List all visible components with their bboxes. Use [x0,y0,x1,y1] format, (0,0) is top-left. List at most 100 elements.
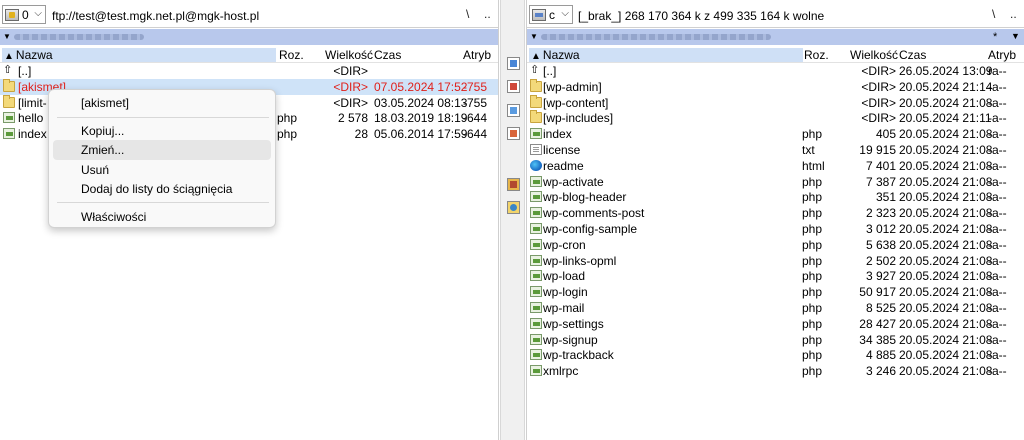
column-size[interactable]: Wielkość [850,48,898,62]
column-ext[interactable]: Roz. [279,48,304,62]
file-name: wp-signup [543,332,598,347]
archive-icon[interactable] [507,178,520,191]
column-ext[interactable]: Roz. [804,48,829,62]
right-up-button[interactable]: .. [1010,7,1017,21]
file-row[interactable]: xmlrpc php 3 246 20.05.2024 21:08 -a-- [527,363,1024,379]
file-row[interactable]: wp-settings php 28 427 20.05.2024 21:08 -a-- [527,316,1024,332]
triangle-down-icon: ▼ [3,32,11,41]
file-name: wp-config-sample [543,221,638,236]
file-size: 28 [354,127,368,142]
triangle-down-icon: ▼ [530,32,538,41]
file-size: 5 638 [865,237,896,252]
file-size: 3 246 [865,364,896,379]
file-attr: -a-- [988,158,1007,173]
file-name: wp-blog-header [543,190,627,205]
right-root-button[interactable]: \ [992,7,995,21]
file-row[interactable]: index php 405 20.05.2024 21:08 -a-- [527,126,1024,142]
file-row[interactable]: wp-trackback php 4 885 20.05.2024 21:08 -a-- [527,347,1024,363]
file-date: 20.05.2024 21:08 [899,348,993,363]
file-row[interactable]: wp-signup php 34 385 20.05.2024 21:08 -a-- [527,332,1024,348]
file-row[interactable]: wp-activate php 7 387 20.05.2024 21:08 -a-- [527,174,1024,190]
column-name[interactable]: ▲ Nazwa [2,48,276,62]
compare-icon[interactable] [507,127,520,140]
menu-item-add-to-download-list[interactable]: Dodaj do listy do ściągnięcia [53,179,271,199]
file-row[interactable]: [wp-includes] <DIR> 20.05.2024 21:11 -a-- [527,110,1024,126]
menu-item-delete[interactable]: Usuń [53,160,271,180]
column-date[interactable]: Czas [374,48,401,62]
file-attr: -a-- [988,269,1007,284]
file-row[interactable]: [wp-content] <DIR> 20.05.2024 21:08 -a-- [527,94,1024,111]
file-date: 20.05.2024 21:08 [899,174,993,189]
file-row[interactable]: wp-links-opml php 2 502 20.05.2024 21:08 -a-… [527,253,1024,269]
column-attr[interactable]: Atryb [988,48,1016,62]
file-size: <DIR> [333,95,368,110]
favorites-star-button[interactable]: * [993,31,997,43]
file-row[interactable]: license txt 19 915 20.05.2024 21:08 -a-- [527,142,1024,158]
left-current-path-bar[interactable]: ▼ [0,29,498,45]
column-date[interactable]: Czas [899,48,926,62]
blurred-path [541,34,771,40]
file-attr: -a-- [988,253,1007,268]
file-name: index [543,127,572,142]
file-row[interactable]: wp-login php 50 917 20.05.2024 21:08 -a-- [527,284,1024,300]
new-folder-icon[interactable] [507,201,520,214]
left-drive-selector[interactable]: 0 ⌵ [2,5,46,24]
file-row[interactable]: [wp-admin] <DIR> 20.05.2024 21:14 -a-- [527,78,1024,95]
file-size: 7 387 [865,174,896,189]
script-icon [530,222,542,234]
file-ext: php [802,221,823,236]
file-row[interactable]: readme html 7 401 20.05.2024 21:08 -a-- [527,158,1024,174]
left-root-button[interactable]: \ [466,7,469,21]
file-row[interactable]: wp-cron php 5 638 20.05.2024 21:08 -a-- [527,237,1024,253]
file-name: wp-comments-post [543,206,645,221]
file-row[interactable]: wp-blog-header php 351 20.05.2024 21:08 -a-- [527,189,1024,205]
file-attr: -644 [463,111,488,126]
menu-item-rename[interactable]: Zmień... [53,140,271,160]
file-row[interactable]: ⇧ [..] <DIR> 26.05.2024 13:09 ra-- [527,63,1024,79]
file-row[interactable]: wp-mail php 8 525 20.05.2024 21:08 -a-- [527,300,1024,316]
find-files-icon[interactable] [507,57,520,70]
file-date: 20.05.2024 21:08 [899,316,993,331]
file-date: 20.05.2024 21:08 [899,95,993,110]
file-name: [wp-includes] [543,111,614,126]
file-ext: php [802,300,823,315]
column-name-label: Nazwa [542,48,580,62]
file-date: 20.05.2024 21:08 [899,253,993,268]
file-ext: php [802,316,823,331]
file-ext: php [277,127,298,142]
menu-item-copy[interactable]: Kopiuj... [53,121,271,141]
right-drive-selector[interactable]: c ⌵ [529,5,573,24]
history-dropdown-icon[interactable]: ▼ [1011,31,1020,41]
search-icon[interactable] [507,80,520,93]
file-row[interactable]: ⇧ [..] <DIR> [0,63,498,79]
left-up-button[interactable]: .. [484,7,491,21]
column-attr[interactable]: Atryb [463,48,491,62]
file-row[interactable]: wp-config-sample php 3 012 20.05.2024 21:08… [527,221,1024,237]
column-size[interactable]: Wielkość [325,48,373,62]
file-date: 20.05.2024 21:08 [899,332,993,347]
right-file-panel[interactable]: c ⌵ [_brak_] 268 170 364 k z 499 335 164… [526,0,1024,440]
script-icon [3,128,15,140]
right-current-path-bar[interactable]: ▼ * ▼ [527,29,1024,45]
file-attr: -644 [463,127,488,142]
file-ext: php [802,348,823,363]
file-row[interactable]: wp-comments-post php 2 323 20.05.2024 21:08… [527,205,1024,221]
file-ext: php [802,174,823,189]
file-date: 03.05.2024 08:13 [374,95,468,110]
file-attr: -a-- [988,142,1007,157]
file-name: wp-cron [543,237,586,252]
file-ext: php [277,111,298,126]
divider [0,27,498,28]
file-date: 26.05.2024 13:09 [899,64,993,78]
file-ext: html [802,158,825,173]
file-size: <DIR> [861,64,896,78]
file-row[interactable]: wp-load php 3 927 20.05.2024 21:08 -a-- [527,268,1024,284]
text-file-icon [530,143,542,155]
menu-item-properties[interactable]: Właściwości [53,207,271,227]
column-name[interactable]: ▲ Nazwa [529,48,803,62]
file-size: 34 385 [859,332,896,347]
file-attr: -a-- [988,364,1007,379]
file-date: 20.05.2024 21:08 [899,285,993,300]
copy-icon[interactable] [507,104,520,117]
file-attr: -a-- [988,285,1007,300]
